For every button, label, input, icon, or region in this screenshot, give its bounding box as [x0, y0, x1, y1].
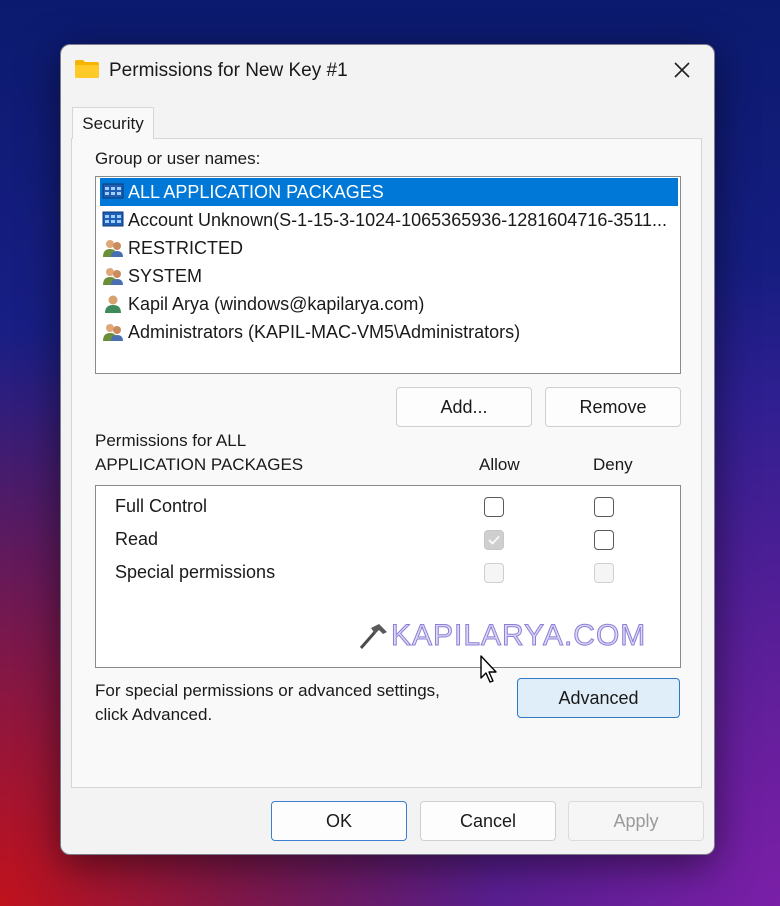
- permissions-dialog: Permissions for New Key #1 Security Grou…: [60, 44, 715, 855]
- list-item-label: SYSTEM: [128, 265, 203, 286]
- read-allow-checkbox[interactable]: [484, 530, 504, 550]
- full-control-allow-checkbox[interactable]: [484, 497, 504, 517]
- advanced-button[interactable]: Advanced: [517, 678, 680, 718]
- group-users-icon: [103, 240, 123, 257]
- permission-label-read: Read: [115, 529, 159, 549]
- list-item-label: RESTRICTED: [128, 237, 244, 258]
- list-item[interactable]: ALL APPLICATION PACKAGES: [100, 178, 678, 206]
- list-item-label: Administrators (KAPIL-MAC-VM5\Administra…: [128, 321, 521, 342]
- allow-header: Allow: [479, 455, 520, 474]
- window-title: Permissions for New Key #1: [109, 60, 348, 81]
- title-bar: Permissions for New Key #1: [61, 45, 714, 95]
- permissions-label-line1: Permissions for ALL: [95, 431, 247, 450]
- group-users-icon: [103, 324, 123, 341]
- list-item-label: ALL APPLICATION PACKAGES: [128, 181, 384, 202]
- ok-button[interactable]: OK: [271, 801, 407, 841]
- list-item[interactable]: Administrators (KAPIL-MAC-VM5\Administra…: [100, 318, 678, 346]
- group-user-list[interactable]: ALL APPLICATION PACKAGES Account Unknown…: [95, 176, 681, 374]
- full-control-deny-checkbox[interactable]: [594, 497, 614, 517]
- permission-label-special: Special permissions: [115, 562, 276, 582]
- close-icon: [674, 62, 690, 78]
- permission-label-full-control: Full Control: [115, 496, 208, 516]
- special-allow-checkbox: [484, 563, 504, 583]
- list-item[interactable]: SYSTEM: [100, 262, 678, 290]
- list-item-label: Kapil Arya (windows@kapilarya.com): [128, 293, 425, 314]
- special-deny-checkbox: [594, 563, 614, 583]
- single-user-icon: [105, 295, 121, 313]
- list-item-label: Account Unknown(S-1-15-3-1024-1065365936…: [128, 209, 668, 230]
- remove-button[interactable]: Remove: [545, 387, 681, 427]
- group-list-label: Group or user names:: [95, 149, 261, 168]
- deny-header: Deny: [593, 455, 633, 474]
- group-users-icon: [103, 268, 123, 285]
- list-item[interactable]: Account Unknown(S-1-15-3-1024-1065365936…: [100, 206, 678, 234]
- app-packages-icon: [102, 183, 124, 199]
- permissions-label-line2: APPLICATION PACKAGES: [95, 455, 304, 474]
- checkmark-icon: [488, 535, 500, 545]
- folder-icon: [75, 60, 99, 78]
- close-button[interactable]: [662, 55, 702, 85]
- read-deny-checkbox[interactable]: [594, 530, 614, 550]
- list-item[interactable]: RESTRICTED: [100, 234, 678, 262]
- permissions-list: Full Control Read Special permissions KA…: [95, 485, 681, 668]
- tab-security[interactable]: Security: [72, 107, 154, 139]
- list-item[interactable]: Kapil Arya (windows@kapilarya.com): [100, 290, 678, 318]
- advanced-hint-line2: click Advanced.: [95, 705, 213, 724]
- watermark-text: KAPILARYA.COM: [390, 619, 647, 653]
- mouse-pointer-icon: [480, 655, 497, 683]
- add-button[interactable]: Add...: [396, 387, 532, 427]
- apply-button[interactable]: Apply: [568, 801, 704, 841]
- security-panel: Group or user names: ALL APPLICATION PAC…: [71, 138, 702, 788]
- app-packages-icon: [102, 211, 124, 227]
- watermark: KAPILARYA.COM: [357, 619, 646, 653]
- hammer-icon: [359, 624, 387, 649]
- cancel-button[interactable]: Cancel: [420, 801, 556, 841]
- advanced-hint-line1: For special permissions or advanced sett…: [95, 681, 440, 700]
